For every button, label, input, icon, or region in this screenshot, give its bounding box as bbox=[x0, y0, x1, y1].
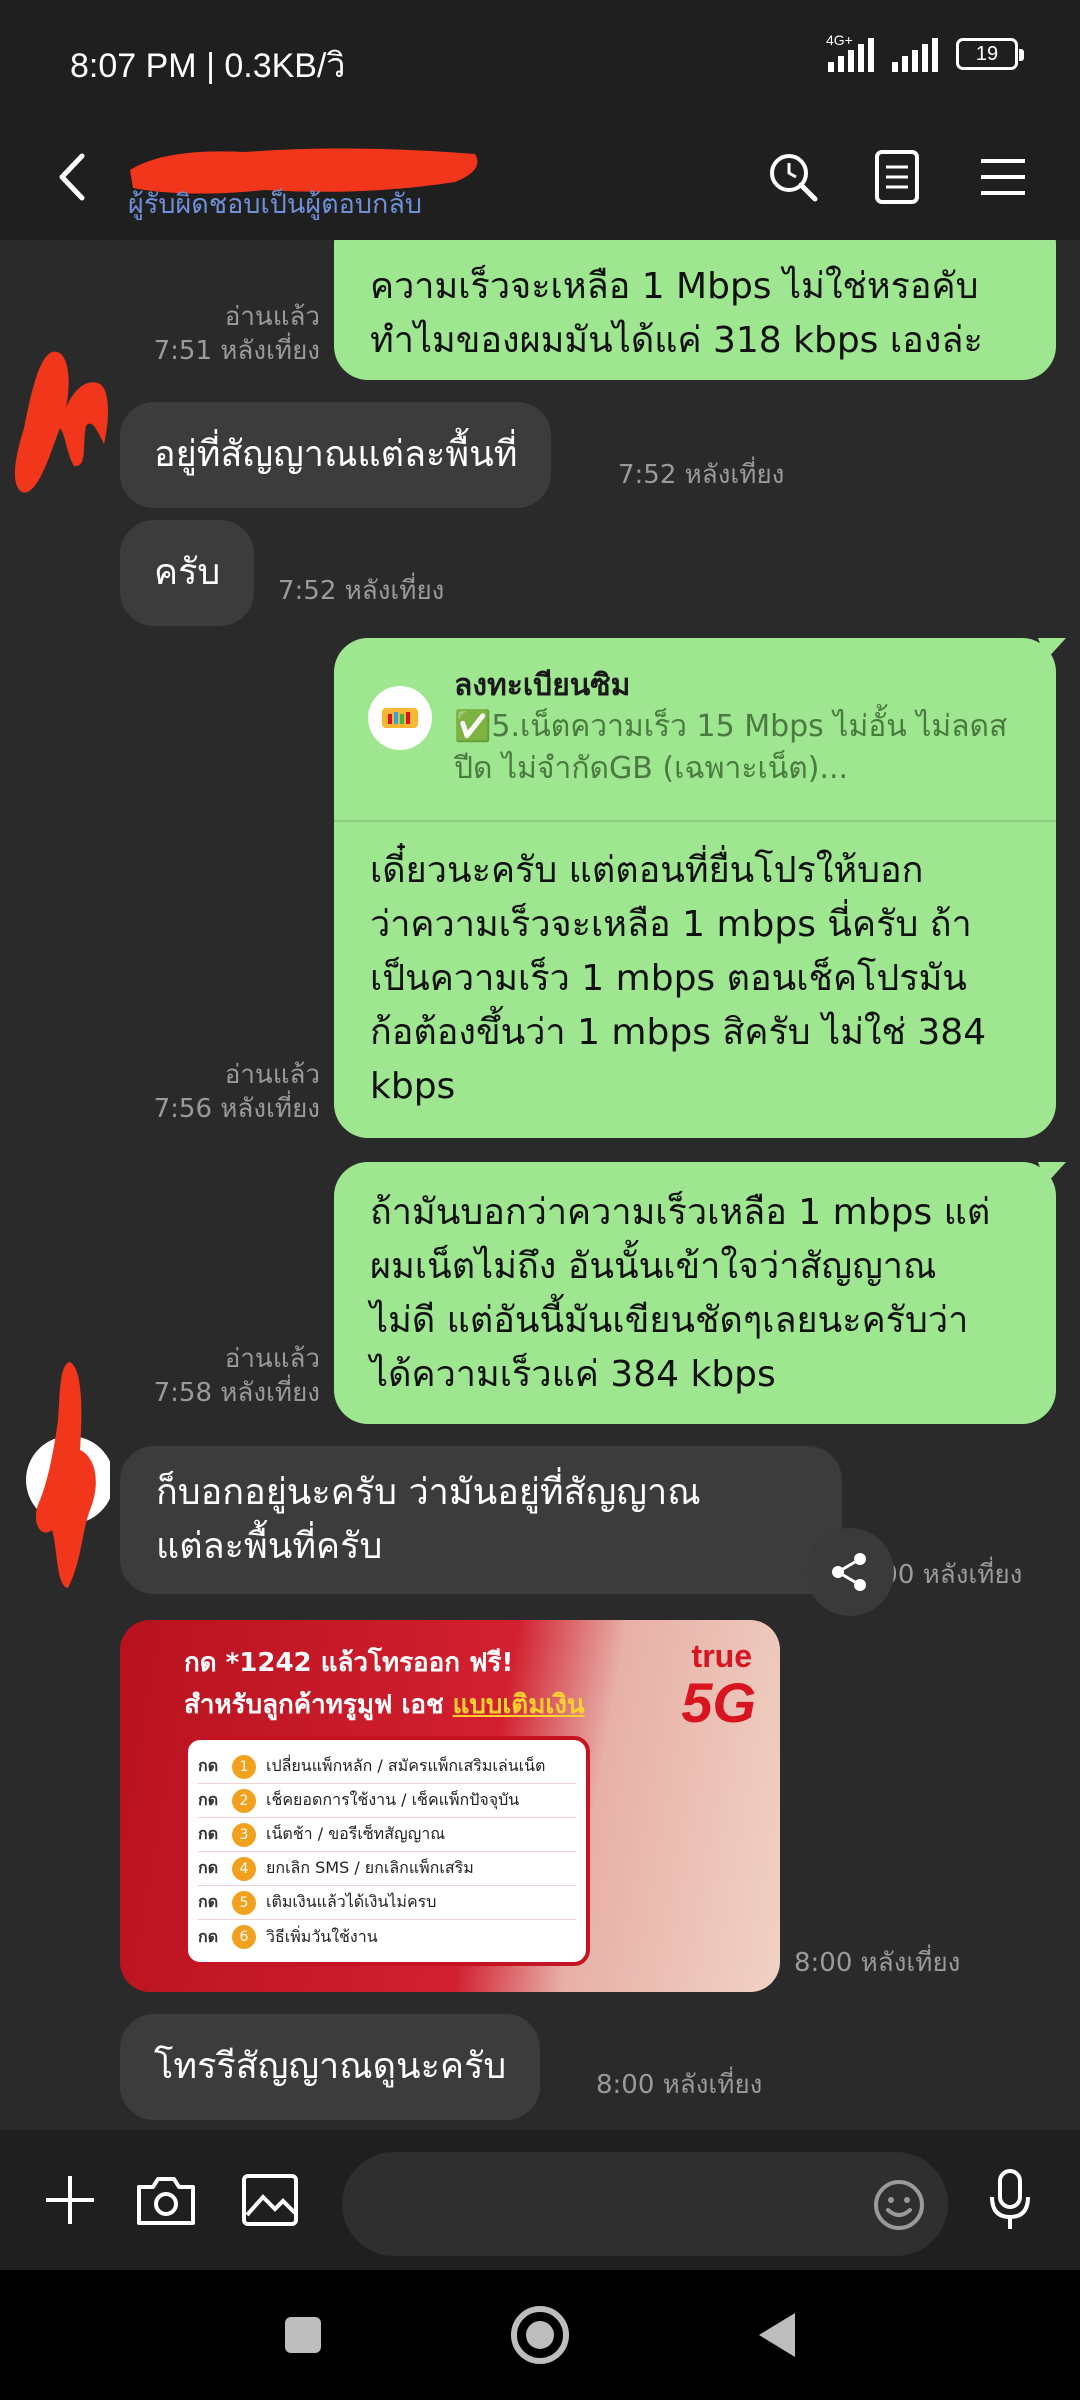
search-icon[interactable] bbox=[758, 142, 828, 212]
message-in[interactable]: โทรรีสัญญาณดูนะครับ bbox=[120, 2014, 541, 2120]
status-bar: 8:07 PM | 0.3KB/วิ 4G+ 19 bbox=[0, 0, 1080, 120]
image-headline: กด *1242 แล้วโทรออก ฟรี! bbox=[184, 1648, 514, 1678]
message-text: โทรรีสัญญาณดูนะครับ bbox=[154, 2046, 507, 2087]
camera-icon[interactable] bbox=[130, 2164, 202, 2236]
chevron-left-icon[interactable] bbox=[48, 142, 98, 212]
plus-icon[interactable] bbox=[34, 2164, 106, 2236]
message-meta: อ่านแล้ว 7:56 หลังเที่ยง bbox=[154, 1058, 320, 1126]
message-text: ครับ bbox=[154, 552, 221, 593]
message-time: 7:52 หลังเที่ยง bbox=[278, 576, 445, 606]
signal-4g-icon: 4G+ bbox=[826, 32, 874, 72]
message-time: 7:51 หลังเที่ยง bbox=[153, 336, 320, 366]
quote-line: ✅5.เน็ตความเร็ว 15 Mbps ไม่อั้น ไม่ลดส bbox=[454, 709, 1008, 744]
menu-row: กด 2 เช็คยอดการใช้งาน / เช็คแพ็กปัจจุบัน bbox=[198, 1784, 576, 1818]
sender-logo-icon bbox=[368, 686, 432, 750]
message-meta: อ่านแล้ว 7:58 หลังเที่ยง bbox=[154, 1342, 320, 1410]
message-line: ว่าความเร็วจะเหลือ 1 mbps นี่ครับ ถ้า bbox=[370, 904, 972, 945]
message-line: ผมเน็ตไม่ถึง อันนั้นเข้าใจว่าสัญญาณ bbox=[370, 1246, 937, 1287]
redacted-avatar bbox=[8, 348, 118, 502]
emoji-icon[interactable] bbox=[872, 2178, 926, 2232]
message-in[interactable]: ครับ bbox=[120, 520, 255, 626]
quote-line: ปีด ไม่จำกัดGB (เฉพาะเน็ต)... bbox=[454, 751, 849, 786]
quote-title: ลงทะเบียนซิม bbox=[454, 668, 631, 703]
message-time: 8:00 หลังเที่ยง bbox=[596, 2070, 763, 2100]
message-line: ไม่ดี แต่อันนี้มันเขียนชัดๆเลยนะครับว่า bbox=[370, 1300, 969, 1341]
message-text: อยู่ที่สัญญาณแต่ละพื้นที่ bbox=[154, 434, 518, 475]
menu-row: กด 3 เน็ตช้า / ขอรีเซ็ทสัญญาณ bbox=[198, 1818, 576, 1852]
message-input-bar bbox=[0, 2130, 1080, 2270]
image-subheadline: สำหรับลูกค้าทรูมูฟ เอช แบบเติมเงิน bbox=[184, 1684, 585, 1725]
message-line: เป็นความเร็ว 1 mbps ตอนเช็คโปรมัน bbox=[370, 958, 967, 999]
signal-icon bbox=[892, 36, 938, 72]
back-triangle-icon[interactable] bbox=[742, 2300, 812, 2370]
home-circle-icon[interactable] bbox=[505, 2300, 575, 2370]
status-time: 8:07 PM | 0.3KB/วิ bbox=[70, 47, 346, 85]
chat-subtitle: ผู้รับผิดชอบเป็นผู้ตอบกลับ bbox=[128, 189, 423, 220]
battery-icon: 19 bbox=[956, 38, 1024, 70]
image-subheadline-highlight: แบบเติมเงิน bbox=[452, 1690, 585, 1720]
message-time: 7:58 หลังเที่ยง bbox=[153, 1378, 320, 1408]
message-time: 7:52 หลังเที่ยง bbox=[618, 460, 785, 490]
message-line: ได้ความเร็วแค่ 384 kbps bbox=[370, 1354, 776, 1395]
menu-icon[interactable] bbox=[968, 142, 1038, 212]
message-line: kbps bbox=[370, 1066, 456, 1107]
chat-header: ผู้รับผิดชอบเป็นผู้ตอบกลับ bbox=[0, 120, 1080, 240]
read-receipt: อ่านแล้ว bbox=[224, 1344, 320, 1374]
menu-row: กด 5 เติมเงินแล้วได้เงินไม่ครบ bbox=[198, 1886, 576, 1920]
menu-card: กด 1 เปลี่ยนแพ็กหลัก / สมัครแพ็กเสริมเล่นเ… bbox=[184, 1736, 590, 1966]
message-line: ความเร็วจะเหลือ 1 Mbps ไม่ใช่หรอคับ bbox=[370, 266, 979, 307]
image-message[interactable]: กด *1242 แล้วโทรออก ฟรี! สำหรับลูกค้าทรู… bbox=[120, 1620, 780, 1992]
read-receipt: อ่านแล้ว bbox=[224, 1060, 320, 1090]
quoted-message[interactable]: ลงทะเบียนซิม ✅5.เน็ตความเร็ว 15 Mbps ไม่… bbox=[334, 638, 1056, 822]
chat-history[interactable]: ความเร็วจะเหลือ 1 Mbps ไม่ใช่หรอคับ ทำไม… bbox=[0, 240, 1080, 2130]
brand-5g-logo: 5G bbox=[681, 1671, 756, 1734]
image-icon[interactable] bbox=[234, 2164, 306, 2236]
message-in[interactable]: ก็บอกอยู่นะครับ ว่ามันอยู่ที่สัญญาณ แต่ล… bbox=[120, 1446, 842, 1594]
menu-row: กด 4 ยกเลิก SMS / ยกเลิกแพ็กเสริม bbox=[198, 1852, 576, 1886]
message-line: แต่ละพื้นที่ครับ bbox=[156, 1526, 383, 1567]
message-out[interactable]: ความเร็วจะเหลือ 1 Mbps ไม่ใช่หรอคับ ทำไม… bbox=[334, 240, 1056, 380]
network-label: 4G+ bbox=[826, 32, 853, 48]
mic-icon[interactable] bbox=[974, 2164, 1046, 2236]
message-line: ทำไมของผมมันได้แค่ 318 kbps เองล่ะ bbox=[370, 320, 983, 361]
message-in[interactable]: อยู่ที่สัญญาณแต่ละพื้นที่ bbox=[120, 402, 552, 508]
message-meta: อ่านแล้ว 7:51 หลังเที่ยง bbox=[154, 300, 320, 368]
bubble-tail bbox=[1038, 638, 1066, 660]
message-input[interactable] bbox=[342, 2152, 948, 2256]
message-time: 8:00 หลังเที่ยง bbox=[794, 1948, 961, 1978]
bubble-tail bbox=[1038, 1162, 1066, 1184]
recents-square-icon[interactable] bbox=[268, 2300, 338, 2370]
message-line: เดี๋ยวนะครับ แต่ตอนที่ยื่นโปรให้บอก bbox=[370, 850, 924, 891]
read-receipt: อ่านแล้ว bbox=[224, 302, 320, 332]
menu-row: กด 1 เปลี่ยนแพ็กหลัก / สมัครแพ็กเสริมเล่นเ… bbox=[198, 1750, 576, 1784]
message-line: ก้อต้องขึ้นว่า 1 mbps สิครับ ไม่ใช่ 384 bbox=[370, 1012, 987, 1053]
image-subheadline-prefix: สำหรับลูกค้าทรูมูฟ เอช bbox=[184, 1690, 453, 1720]
notes-icon[interactable] bbox=[862, 142, 932, 212]
battery-level: 19 bbox=[975, 42, 999, 65]
message-out-reply[interactable]: ลงทะเบียนซิม ✅5.เน็ตความเร็ว 15 Mbps ไม่… bbox=[334, 638, 1066, 1138]
message-out[interactable]: ถ้ามันบอกว่าความเร็วเหลือ 1 mbps แต่ ผมเ… bbox=[334, 1162, 1066, 1424]
status-icons: 4G+ 19 bbox=[826, 32, 1024, 72]
system-nav-bar bbox=[0, 2270, 1080, 2400]
message-line: ถ้ามันบอกว่าความเร็วเหลือ 1 mbps แต่ bbox=[370, 1192, 991, 1233]
menu-row: กด 6 วิธีเพิ่มวันใช้งาน bbox=[198, 1920, 576, 1954]
message-time: 7:56 หลังเที่ยง bbox=[153, 1094, 320, 1124]
redacted-avatar bbox=[20, 1360, 114, 1594]
message-line: ก็บอกอยู่นะครับ ว่ามันอยู่ที่สัญญาณ bbox=[156, 1472, 701, 1513]
share-icon[interactable] bbox=[806, 1528, 894, 1616]
